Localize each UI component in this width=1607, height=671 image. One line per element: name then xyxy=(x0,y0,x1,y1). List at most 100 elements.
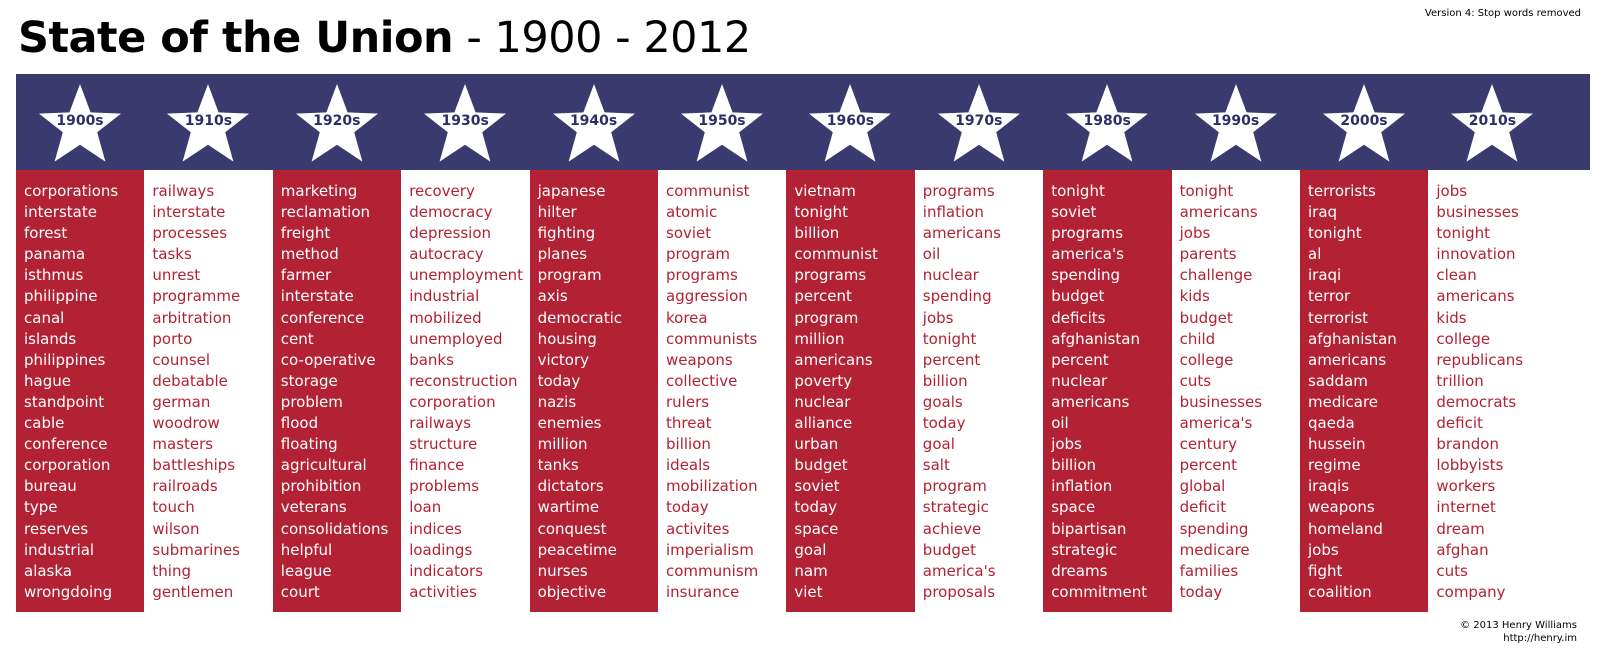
word-item: threat xyxy=(666,414,712,433)
word-item: budget xyxy=(794,456,848,475)
word-item: atomic xyxy=(666,203,718,222)
word-item: qaeda xyxy=(1308,414,1355,433)
word-item: nam xyxy=(794,561,828,580)
word-item: gentlemen xyxy=(152,582,234,601)
decade-column: programs inflation americans oil nuclear spen… xyxy=(914,170,1044,612)
word-item: terrorists xyxy=(1308,182,1376,200)
word-item: inflation xyxy=(922,203,984,222)
word-item: activities xyxy=(409,582,477,601)
word-item: republicans xyxy=(1436,350,1524,369)
word-item: ideals xyxy=(666,456,711,475)
word-item: panama xyxy=(24,245,86,264)
decade-label: 1970s xyxy=(955,113,1003,129)
word-item: debatable xyxy=(152,371,228,390)
word-item: unemployment xyxy=(409,266,524,285)
word-item: program xyxy=(666,245,731,264)
word-item: communist xyxy=(794,245,878,264)
word-item: coalition xyxy=(1308,582,1372,601)
word-item: programs xyxy=(922,182,995,200)
decade-star-icon: 1920s xyxy=(292,82,382,164)
word-item: co-operative xyxy=(280,350,376,369)
word-item: conference xyxy=(280,308,365,327)
word-item: consolidations xyxy=(280,519,389,538)
word-item: homeland xyxy=(1308,519,1383,538)
decade-star-icon: 1950s xyxy=(677,82,767,164)
word-item: wrongdoing xyxy=(24,582,113,601)
word-item: saddam xyxy=(1308,371,1368,390)
word-item: percent xyxy=(922,350,981,369)
word-item: tonight xyxy=(1308,224,1362,243)
word-item: corporations xyxy=(24,182,119,200)
word-item: americans xyxy=(922,224,1001,243)
word-item: percent xyxy=(1179,456,1238,475)
word-item: program xyxy=(794,308,859,327)
word-item: weapons xyxy=(1308,498,1375,517)
word-item: cent xyxy=(280,329,314,348)
decade-column: tonight soviet programs america's spending bu… xyxy=(1043,170,1173,612)
word-item: communists xyxy=(666,329,758,348)
word-item: americans xyxy=(1179,203,1258,222)
word-item: percent xyxy=(794,287,852,306)
decade-label: 1900s xyxy=(56,113,104,129)
word-item: company xyxy=(1436,582,1506,601)
word-item: problems xyxy=(409,477,480,496)
word-item: porto xyxy=(152,329,193,348)
word-item: unrest xyxy=(152,266,201,285)
word-item: peacetime xyxy=(537,540,617,559)
version-note: Version 4: Stop words removed xyxy=(1424,8,1581,19)
word-item: democratic xyxy=(537,308,623,327)
word-item: terror xyxy=(1308,287,1351,306)
word-item: jobs xyxy=(1436,182,1468,200)
word-item: jobs xyxy=(1051,435,1082,454)
word-item: today xyxy=(537,371,581,390)
decade-label: 1960s xyxy=(826,113,875,129)
word-item: goal xyxy=(922,435,955,454)
word-item: democrats xyxy=(1436,392,1517,411)
word-item: spending xyxy=(922,287,992,306)
word-item: soviet xyxy=(666,224,712,243)
word-item: americans xyxy=(1436,287,1515,306)
decade-label: 1910s xyxy=(184,113,233,129)
word-item: mobilization xyxy=(666,477,758,496)
word-item: imperialism xyxy=(666,540,754,559)
word-item: democracy xyxy=(409,203,493,222)
title-main: State of the Union xyxy=(18,13,454,63)
word-item: bipartisan xyxy=(1051,519,1127,538)
word-item: planes xyxy=(537,245,588,264)
decade-star-icon: 2000s xyxy=(1319,82,1409,164)
word-item: soviet xyxy=(1051,203,1097,222)
word-item: weapons xyxy=(666,350,733,369)
word-item: deficit xyxy=(1179,498,1227,517)
word-item: method xyxy=(280,245,339,264)
word-item: cuts xyxy=(1436,561,1468,580)
word-item: billion xyxy=(922,371,968,390)
word-item: islands xyxy=(24,329,77,348)
word-item: aggression xyxy=(666,287,748,306)
word-item: communism xyxy=(666,561,759,580)
word-item: mobilized xyxy=(409,308,482,327)
word-item: victory xyxy=(537,350,589,369)
word-item: percent xyxy=(1051,350,1109,369)
word-item: counsel xyxy=(152,350,211,369)
word-item: corporation xyxy=(409,392,496,411)
word-item: communist xyxy=(666,182,750,200)
word-item: alaska xyxy=(24,561,72,580)
decade-star-icon: 1930s xyxy=(420,82,510,164)
word-item: problem xyxy=(280,392,343,411)
word-item: tonight xyxy=(794,203,849,222)
decade-column: recovery democracy depression autocracy unem… xyxy=(401,170,531,612)
word-item: afghanistan xyxy=(1051,329,1140,348)
word-item: viet xyxy=(794,582,823,601)
word-item: deficit xyxy=(1436,414,1483,433)
word-item: submarines xyxy=(152,540,240,559)
word-item: loadings xyxy=(409,540,473,559)
word-item: global xyxy=(1179,477,1226,496)
decade-label: 1920s xyxy=(313,113,361,129)
word-item: objective xyxy=(537,582,607,601)
word-item: arbitration xyxy=(152,308,232,327)
word-item: finance xyxy=(409,456,465,475)
word-item: forest xyxy=(24,224,68,243)
word-item: reconstruction xyxy=(409,371,518,390)
word-item: court xyxy=(280,582,320,601)
word-item: workers xyxy=(1436,477,1496,496)
